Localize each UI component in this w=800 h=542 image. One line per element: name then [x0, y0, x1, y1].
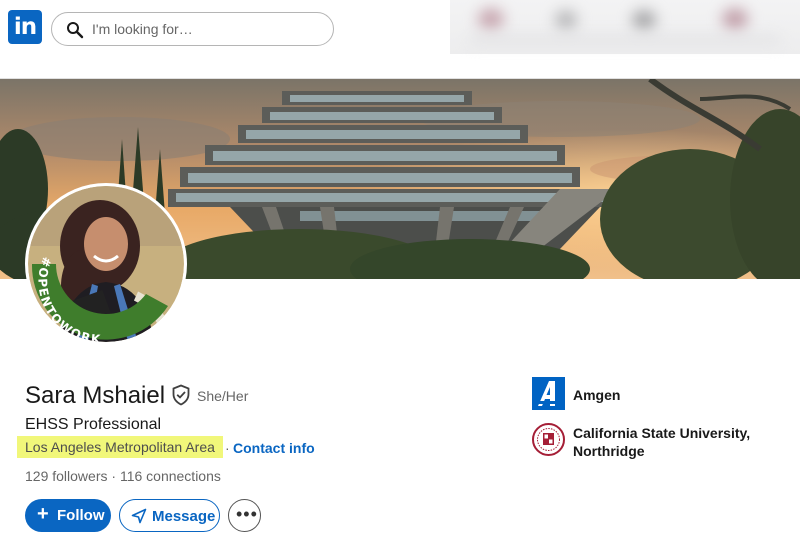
send-icon	[131, 508, 147, 524]
connections-count[interactable]: 116 connections	[120, 468, 221, 484]
profile-avatar[interactable]: #OPENTOWORK	[25, 183, 187, 345]
pronouns: She/Her	[197, 388, 249, 404]
profile-headline: EHSS Professional	[25, 416, 162, 433]
shield-check-icon[interactable]	[171, 384, 191, 406]
education-school[interactable]: California State University, Northridge	[573, 424, 773, 460]
follow-button[interactable]: + Follow	[25, 499, 111, 532]
top-navigation: in	[0, 0, 800, 56]
profile-photo: #OPENTOWORK	[28, 186, 184, 342]
more-actions-button[interactable]: •••	[228, 499, 261, 532]
stats-separator: ·	[107, 468, 120, 484]
linkedin-logo[interactable]: in	[8, 10, 42, 44]
search-box[interactable]	[51, 12, 334, 46]
search-input[interactable]	[92, 13, 322, 45]
message-button[interactable]: Message	[119, 499, 220, 532]
current-company[interactable]: Amgen	[573, 386, 620, 404]
plus-icon: +	[37, 503, 49, 525]
blurred-nav-items	[450, 0, 800, 54]
location-text: Los Angeles Metropolitan Area	[17, 436, 223, 458]
contact-info-link[interactable]: Contact info	[233, 439, 315, 457]
more-horizontal-icon: •••	[236, 504, 258, 524]
amgen-logo[interactable]	[532, 377, 565, 410]
followers-count: 129 followers	[25, 468, 108, 484]
profile-name: Sara Mshaiel	[25, 382, 166, 409]
network-stats: 129 followers · 116 connections	[25, 467, 221, 485]
follow-button-label: Follow	[57, 507, 105, 524]
message-button-label: Message	[152, 508, 216, 525]
search-icon	[67, 22, 84, 39]
location-separator: ·	[225, 440, 230, 456]
csun-seal-logo[interactable]	[532, 423, 565, 456]
